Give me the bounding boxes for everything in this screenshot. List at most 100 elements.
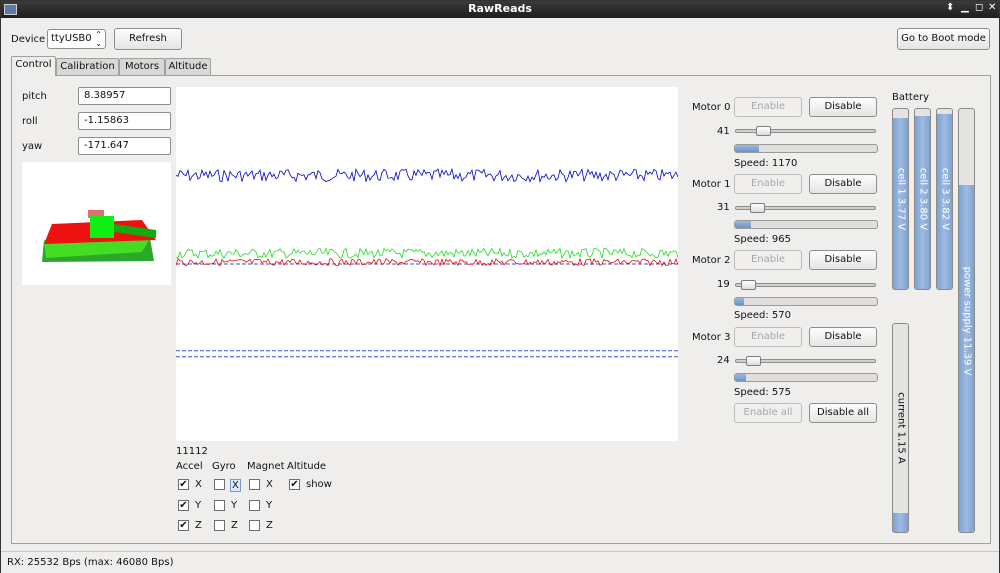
current-text: current 1.15 A xyxy=(895,392,906,464)
status-text: RX: 25532 Bps (max: 46080 Bps) xyxy=(7,557,174,568)
gyro-z-label: Z xyxy=(231,520,238,531)
gyro-header: Gyro xyxy=(212,461,236,472)
motor-1-value: 31 xyxy=(717,202,730,213)
motor-2-speed-bar xyxy=(734,297,878,306)
gyro-z-checkbox[interactable] xyxy=(214,520,225,531)
motor-0-slider-handle[interactable] xyxy=(756,126,771,136)
motor-3-enable-button[interactable]: Enable xyxy=(734,327,802,347)
accel-z-checkbox[interactable]: ✔ xyxy=(178,520,189,531)
cell-3-text: cell 3 3.82 V xyxy=(939,167,950,231)
refresh-button[interactable]: Refresh xyxy=(114,28,182,50)
yaw-field[interactable]: -171.647 xyxy=(78,137,171,155)
attitude-model xyxy=(42,210,156,262)
accel-header: Accel xyxy=(176,461,203,472)
current-fill xyxy=(893,513,908,532)
motor-0-speed-bar xyxy=(734,144,878,153)
power-supply-text: power supply 11.39 V xyxy=(961,266,972,375)
magnet-y-label: Y xyxy=(266,500,273,511)
accel-x-label: X xyxy=(195,479,202,490)
current-bar: current 1.15 A xyxy=(892,323,909,533)
motor-0-disable-button[interactable]: Disable xyxy=(809,97,877,117)
cell-2-bar: cell 2 3.80 V xyxy=(914,108,931,290)
gyro-y-checkbox[interactable] xyxy=(214,500,225,511)
motor-3-speed: Speed: 575 xyxy=(734,387,791,398)
motor-2-speed: Speed: 570 xyxy=(734,310,791,321)
close-icon[interactable]: ✕ xyxy=(988,2,996,13)
motor-1-slider-handle[interactable] xyxy=(750,203,765,213)
status-bar: RX: 25532 Bps (max: 46080 Bps) xyxy=(1,551,999,573)
cell-3-bar: cell 3 3.82 V xyxy=(936,108,953,290)
minimize-icon[interactable]: ▁ xyxy=(961,2,969,13)
sample-count: 11112 xyxy=(176,446,208,457)
motor-2-slider[interactable] xyxy=(735,283,876,287)
motor-2-label: Motor 2 xyxy=(692,255,731,266)
spinner-arrows-icon: ⌃ ⌄ xyxy=(95,30,102,48)
sensor-graph-canvas xyxy=(175,167,679,358)
cell-1-bar: cell 1 3.77 V xyxy=(892,108,909,290)
accel-z-label: Z xyxy=(195,520,202,531)
motor-3-disable-button[interactable]: Disable xyxy=(809,327,877,347)
magnet-x-label: X xyxy=(266,479,273,490)
motor-1-label: Motor 1 xyxy=(692,179,731,190)
motor-0-speed: Speed: 1170 xyxy=(734,158,798,169)
window-title: RawReads xyxy=(468,2,532,15)
altitude-show-checkbox[interactable]: ✔ xyxy=(289,479,300,490)
cell-2-text: cell 2 3.80 V xyxy=(917,167,928,231)
device-select[interactable]: ttyUSB0 ⌃ ⌄ xyxy=(47,29,106,49)
magnet-y-checkbox[interactable] xyxy=(249,500,260,511)
yaw-label: yaw xyxy=(22,141,43,152)
motor-3-label: Motor 3 xyxy=(692,332,731,343)
pitch-label: pitch xyxy=(22,91,47,102)
series-line-1 xyxy=(175,247,679,260)
motor-2-disable-button[interactable]: Disable xyxy=(809,250,877,270)
tab-motors[interactable]: Motors xyxy=(119,58,165,76)
motor-2-value: 19 xyxy=(717,279,730,290)
series-line-0 xyxy=(175,167,679,184)
motor-1-speed-fill xyxy=(735,221,751,228)
title-bar: RawReads ⬍ ▁ ◻ ✕ xyxy=(1,1,999,18)
motor-2-speed-fill xyxy=(735,298,744,305)
pin-icon[interactable]: ⬍ xyxy=(946,2,954,13)
roll-label: roll xyxy=(22,116,38,127)
magnet-x-checkbox[interactable] xyxy=(249,479,260,490)
maximize-icon[interactable]: ◻ xyxy=(975,2,983,13)
motor-3-slider-handle[interactable] xyxy=(746,356,761,366)
roll-field[interactable]: -1.15863 xyxy=(78,112,171,130)
gyro-x-checkbox[interactable] xyxy=(214,479,225,490)
gyro-y-label: Y xyxy=(231,500,238,511)
pitch-field[interactable]: 8.38957 xyxy=(78,87,171,105)
motor-1-enable-button[interactable]: Enable xyxy=(734,174,802,194)
device-label: Device xyxy=(11,34,46,45)
cell-1-text: cell 1 3.77 V xyxy=(895,167,906,231)
boot-mode-button[interactable]: Go to Boot mode xyxy=(897,28,990,50)
magnet-z-checkbox[interactable] xyxy=(249,520,260,531)
motor-1-disable-button[interactable]: Disable xyxy=(809,174,877,194)
motor-1-speed: Speed: 965 xyxy=(734,234,791,245)
device-select-value: ttyUSB0 xyxy=(51,33,92,44)
motor-0-speed-fill xyxy=(735,145,760,152)
sensor-graph xyxy=(175,87,679,441)
attitude-3d-view xyxy=(22,162,171,285)
tab-altitude[interactable]: Altitude xyxy=(165,58,211,76)
disable-all-button[interactable]: Disable all xyxy=(809,403,877,423)
power-supply-bar: power supply 11.39 V xyxy=(958,108,975,533)
motor-1-speed-bar xyxy=(734,220,878,229)
motor-0-enable-button[interactable]: Enable xyxy=(734,97,802,117)
accel-x-checkbox[interactable]: ✔ xyxy=(178,479,189,490)
motor-0-label: Motor 0 xyxy=(692,102,731,113)
motor-3-speed-bar xyxy=(734,373,878,382)
gyro-x-label: X xyxy=(230,479,241,492)
motor-2-enable-button[interactable]: Enable xyxy=(734,250,802,270)
series-line-2 xyxy=(175,257,679,267)
motor-2-slider-handle[interactable] xyxy=(741,280,756,290)
altitude-header: Altitude xyxy=(287,461,327,472)
accel-y-checkbox[interactable]: ✔ xyxy=(178,500,189,511)
altitude-show-label: show xyxy=(306,479,332,490)
motor-0-value: 41 xyxy=(717,126,730,137)
enable-all-button[interactable]: Enable all xyxy=(734,403,802,423)
tab-calibration[interactable]: Calibration xyxy=(56,58,119,76)
magnet-header: Magnet xyxy=(247,461,285,472)
magnet-z-label: Z xyxy=(266,520,273,531)
tab-control[interactable]: Control xyxy=(11,56,56,76)
main-window: RawReads ⬍ ▁ ◻ ✕ Device ttyUSB0 ⌃ ⌄ Refre… xyxy=(0,0,1000,573)
